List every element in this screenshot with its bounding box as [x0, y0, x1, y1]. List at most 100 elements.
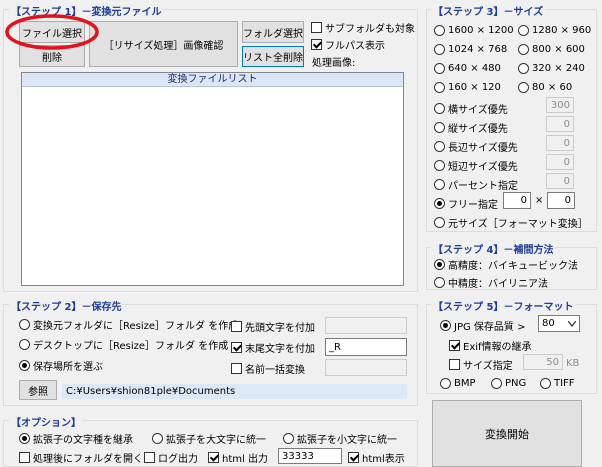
- ext-upper-circle[interactable]: [152, 433, 163, 444]
- prefix-checkbox[interactable]: 先頭文字を付加: [231, 319, 315, 334]
- format-jpg-radio[interactable]: JPG 保存品質 >: [440, 318, 525, 333]
- size-spec-box[interactable]: [449, 359, 460, 370]
- prefix-box[interactable]: [231, 321, 242, 332]
- subfolder-box[interactable]: [311, 22, 322, 33]
- format-png-radio[interactable]: PNG: [491, 378, 526, 389]
- short-priority-radio[interactable]: 短辺サイズ優先: [434, 158, 518, 173]
- ext-keep-circle[interactable]: [19, 433, 30, 444]
- long-priority-input[interactable]: 0: [546, 135, 574, 151]
- size-1280-radio[interactable]: 1280 × 960: [518, 25, 591, 36]
- interp-mid-circle[interactable]: [434, 277, 445, 288]
- highlight-circle-annotation: [5, 14, 99, 50]
- start-conversion-button[interactable]: 変換開始: [432, 400, 582, 467]
- width-priority-circle[interactable]: [434, 103, 445, 114]
- free-height-input[interactable]: 0: [547, 192, 575, 209]
- original-size-circle[interactable]: [434, 217, 445, 228]
- percent-circle[interactable]: [434, 179, 445, 190]
- list-clear-button[interactable]: リスト全削除: [242, 46, 304, 67]
- long-priority-radio[interactable]: 長辺サイズ優先: [434, 139, 518, 154]
- long-priority-circle[interactable]: [434, 141, 445, 152]
- folder-select-button[interactable]: フォルダ選択: [242, 21, 304, 43]
- size-160-circle[interactable]: [434, 82, 445, 93]
- format-bmp-radio[interactable]: BMP: [440, 378, 476, 389]
- resize-confirm-button[interactable]: ［リサイズ処理］画像確認: [89, 21, 238, 67]
- subfolder-checkbox[interactable]: サブフォルダも対象: [311, 20, 415, 35]
- exif-checkbox[interactable]: Exif情報の継承: [449, 338, 532, 353]
- width-priority-input[interactable]: 300: [546, 97, 574, 113]
- save-choose-radio[interactable]: 保存場所を選ぶ: [19, 358, 103, 373]
- size-1024-radio[interactable]: 1024 × 768: [434, 44, 507, 55]
- save-desktop-circle[interactable]: [19, 339, 30, 350]
- fullpath-box[interactable]: [311, 39, 322, 50]
- percent-radio[interactable]: パーセント指定: [434, 177, 518, 192]
- save-source-radio[interactable]: 変換元フォルダに［Resize］フォルダ を作成: [19, 317, 238, 332]
- width-priority-radio[interactable]: 横サイズ優先: [434, 101, 508, 116]
- height-priority-radio[interactable]: 縦サイズ優先: [434, 120, 508, 135]
- log-checkbox[interactable]: ログ出力: [144, 450, 198, 465]
- save-source-circle[interactable]: [19, 319, 30, 330]
- ext-lower-circle[interactable]: [283, 433, 294, 444]
- size-spec-input[interactable]: 50: [523, 354, 563, 370]
- jpg-quality-select[interactable]: 80: [538, 315, 580, 332]
- height-priority-circle[interactable]: [434, 122, 445, 133]
- html-show-box[interactable]: [348, 452, 359, 463]
- ext-lower-radio[interactable]: 拡張子を小文字に統一: [283, 431, 397, 446]
- log-box[interactable]: [144, 452, 155, 463]
- format-bmp-circle[interactable]: [440, 378, 451, 389]
- size-800-circle[interactable]: [518, 44, 529, 55]
- html-value-input[interactable]: 33333: [278, 448, 342, 464]
- prefix-input[interactable]: [325, 317, 407, 334]
- file-list-header[interactable]: 変換ファイルリスト: [22, 73, 403, 87]
- format-jpg-circle[interactable]: [440, 320, 451, 331]
- rename-box[interactable]: [231, 363, 242, 374]
- free-size-circle[interactable]: [434, 198, 445, 209]
- percent-input[interactable]: 0: [546, 173, 574, 189]
- size-1600-circle[interactable]: [434, 25, 445, 36]
- processing-label: 処理画像:: [312, 58, 356, 69]
- suffix-checkbox[interactable]: 末尾文字を付加: [231, 340, 315, 355]
- interp-high-radio[interactable]: 高精度：バイキュービック法: [434, 257, 578, 272]
- free-width-input[interactable]: 0: [503, 192, 531, 209]
- ext-keep-radio[interactable]: 拡張子の文字種を継承: [19, 431, 133, 446]
- free-size-radio[interactable]: フリー指定: [434, 196, 498, 211]
- format-png-circle[interactable]: [491, 378, 502, 389]
- size-1600-radio[interactable]: 1600 × 1200: [434, 25, 514, 36]
- rename-checkbox[interactable]: 名前一括変換: [231, 361, 305, 376]
- fullpath-checkbox[interactable]: フルパス表示: [311, 37, 385, 52]
- open-folder-box[interactable]: [19, 452, 30, 463]
- suffix-box[interactable]: [231, 342, 242, 353]
- original-size-radio[interactable]: 元サイズ［フォーマット変換］: [434, 215, 588, 230]
- save-path-field[interactable]: C:¥Users¥shion81ple¥Documents: [62, 384, 407, 399]
- format-tiff-circle[interactable]: [540, 378, 551, 389]
- rename-input[interactable]: [325, 359, 407, 376]
- size-800-radio[interactable]: 800 × 600: [518, 44, 585, 55]
- size-640-radio[interactable]: 640 × 480: [434, 63, 501, 74]
- file-list[interactable]: 変換ファイルリスト: [21, 72, 404, 286]
- exif-box[interactable]: [449, 340, 460, 351]
- open-folder-checkbox[interactable]: 処理後にフォルダを開く: [19, 450, 143, 465]
- size-80-radio[interactable]: 80 × 60: [518, 82, 572, 93]
- browse-button[interactable]: 参照: [19, 380, 57, 400]
- size-1024-circle[interactable]: [434, 44, 445, 55]
- interp-mid-radio[interactable]: 中精度：バイリニア法: [434, 275, 548, 290]
- size-320-circle[interactable]: [518, 63, 529, 74]
- short-priority-circle[interactable]: [434, 160, 445, 171]
- chevron-down-icon[interactable]: [568, 320, 576, 327]
- html-show-checkbox[interactable]: html表示: [348, 450, 405, 465]
- html-output-checkbox[interactable]: html 出力: [208, 450, 268, 465]
- size-80-circle[interactable]: [518, 82, 529, 93]
- suffix-input[interactable]: _R: [325, 338, 407, 356]
- save-desktop-radio[interactable]: デスクトップに［Resize］フォルダ を作成: [19, 337, 228, 352]
- short-priority-input[interactable]: 0: [546, 154, 574, 170]
- html-output-box[interactable]: [208, 452, 219, 463]
- ext-upper-radio[interactable]: 拡張子を大文字に統一: [152, 431, 266, 446]
- format-tiff-radio[interactable]: TIFF: [540, 378, 575, 389]
- size-320-radio[interactable]: 320 × 240: [518, 63, 585, 74]
- size-160-radio[interactable]: 160 × 120: [434, 82, 501, 93]
- size-640-circle[interactable]: [434, 63, 445, 74]
- save-choose-circle[interactable]: [19, 360, 30, 371]
- interp-high-circle[interactable]: [434, 259, 445, 270]
- size-spec-checkbox[interactable]: サイズ指定: [449, 357, 513, 372]
- size-1280-circle[interactable]: [518, 25, 529, 36]
- height-priority-input[interactable]: 0: [546, 116, 574, 132]
